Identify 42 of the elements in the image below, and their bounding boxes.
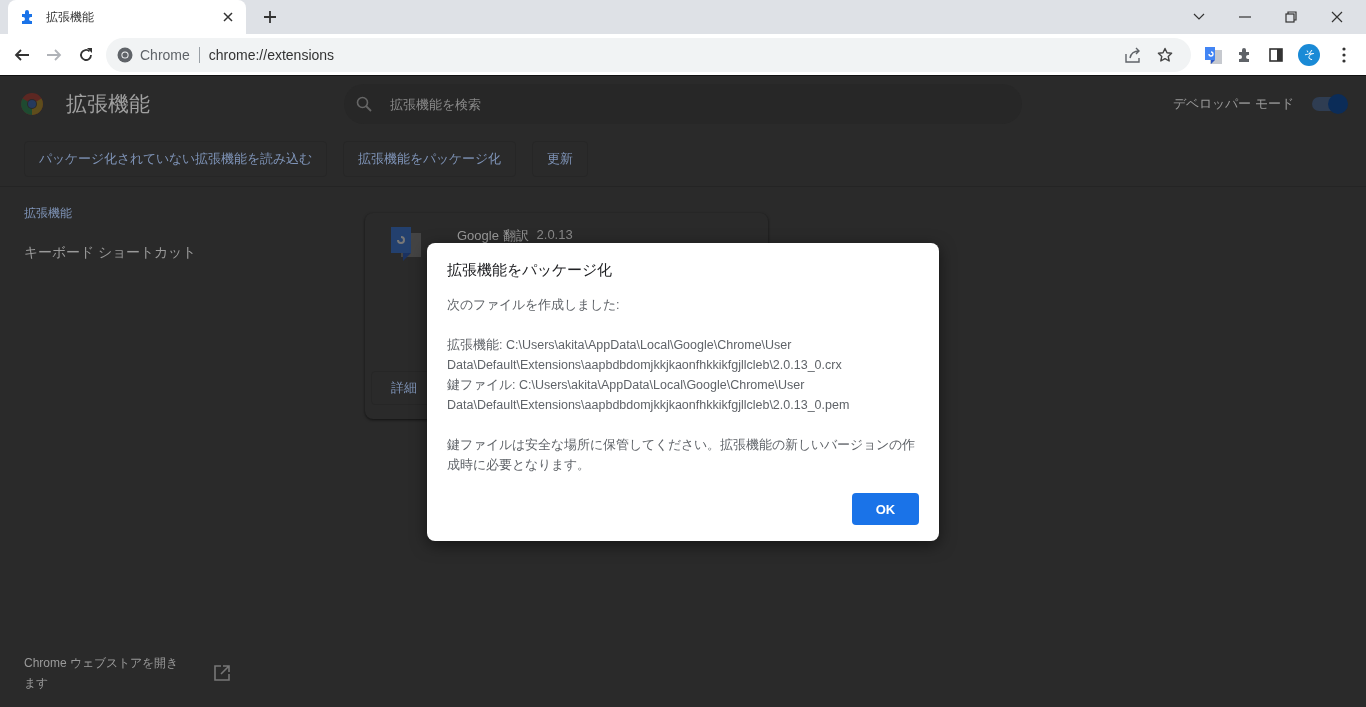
address-bar[interactable]: Chrome chrome://extensions — [106, 37, 1191, 72]
translate-icon — [391, 227, 421, 261]
ok-button[interactable]: OK — [852, 493, 919, 525]
chevron-down-icon — [1193, 13, 1205, 21]
toolbar-button[interactable]: 拡張機能をパッケージ化 — [343, 141, 516, 177]
reload-icon — [78, 46, 94, 63]
tab-title: 拡張機能 — [46, 8, 94, 26]
close-icon — [1331, 11, 1343, 23]
plus-icon — [263, 10, 277, 24]
star-icon — [1157, 46, 1173, 63]
site-label: Chrome — [140, 46, 190, 63]
dialog-title: 拡張機能をパッケージ化 — [447, 261, 613, 280]
translate-icon — [1203, 45, 1222, 64]
external-link-icon[interactable] — [214, 665, 230, 681]
toolbar-button[interactable]: パッケージ化されていない拡張機能を読み込む — [24, 141, 327, 177]
back-arrow-icon — [14, 46, 30, 63]
developer-mode-toggle[interactable] — [1312, 97, 1346, 111]
restore-icon — [1285, 11, 1297, 23]
browser-tab[interactable]: 拡張機能 — [8, 0, 246, 34]
side-panel-icon — [1269, 47, 1284, 62]
forward-arrow-icon — [46, 46, 62, 63]
more-vert-icon — [1342, 46, 1347, 63]
page-title: 拡張機能 — [66, 91, 151, 117]
sidebar-item[interactable]: キーボード ショートカット — [24, 244, 340, 283]
share-icon — [1124, 46, 1142, 63]
file-path: 鍵ファイル: C:\Users\akita\AppData\Local\Google\Chrome\User Data\Default\Extensions\aapbdbdomjkkjkaonfhkkikfgjllcleb\2.0.13_0.pem — [447, 377, 851, 414]
chrome-logo-icon — [20, 92, 44, 116]
sidebar-item[interactable]: 拡張機能 — [24, 205, 340, 244]
url-text: chrome://extensions — [208, 46, 335, 63]
minimize-icon — [1239, 16, 1251, 18]
web-store-link[interactable]: Chrome ウェブストアを開きます — [24, 653, 184, 693]
file-path: 拡張機能: C:\Users\akita\AppData\Local\Google\Chrome\User Data\Default\Extensions\aapbdbdomjkkjkaonfhkkikfgjllcleb\2.0.13_0.crx — [447, 337, 843, 374]
toolbar-button[interactable]: 更新 — [532, 141, 588, 177]
developer-mode-label: デベロッパー モード — [1173, 95, 1294, 113]
profile-avatar[interactable]: そ — [1298, 43, 1321, 66]
extension-name: Google 翻訳 — [457, 227, 529, 245]
dialog-note: 鍵ファイルは安全な場所に保管してください。拡張機能の新しいバージョンの作成時に必要となります。 — [447, 437, 916, 474]
dialog-message: 次のファイルを作成しました: — [447, 297, 621, 314]
search-field[interactable]: 拡張機能を検索 — [344, 84, 1022, 124]
close-icon — [223, 12, 233, 22]
chrome-icon — [117, 46, 133, 63]
extension-version: 2.0.13 — [536, 227, 573, 244]
